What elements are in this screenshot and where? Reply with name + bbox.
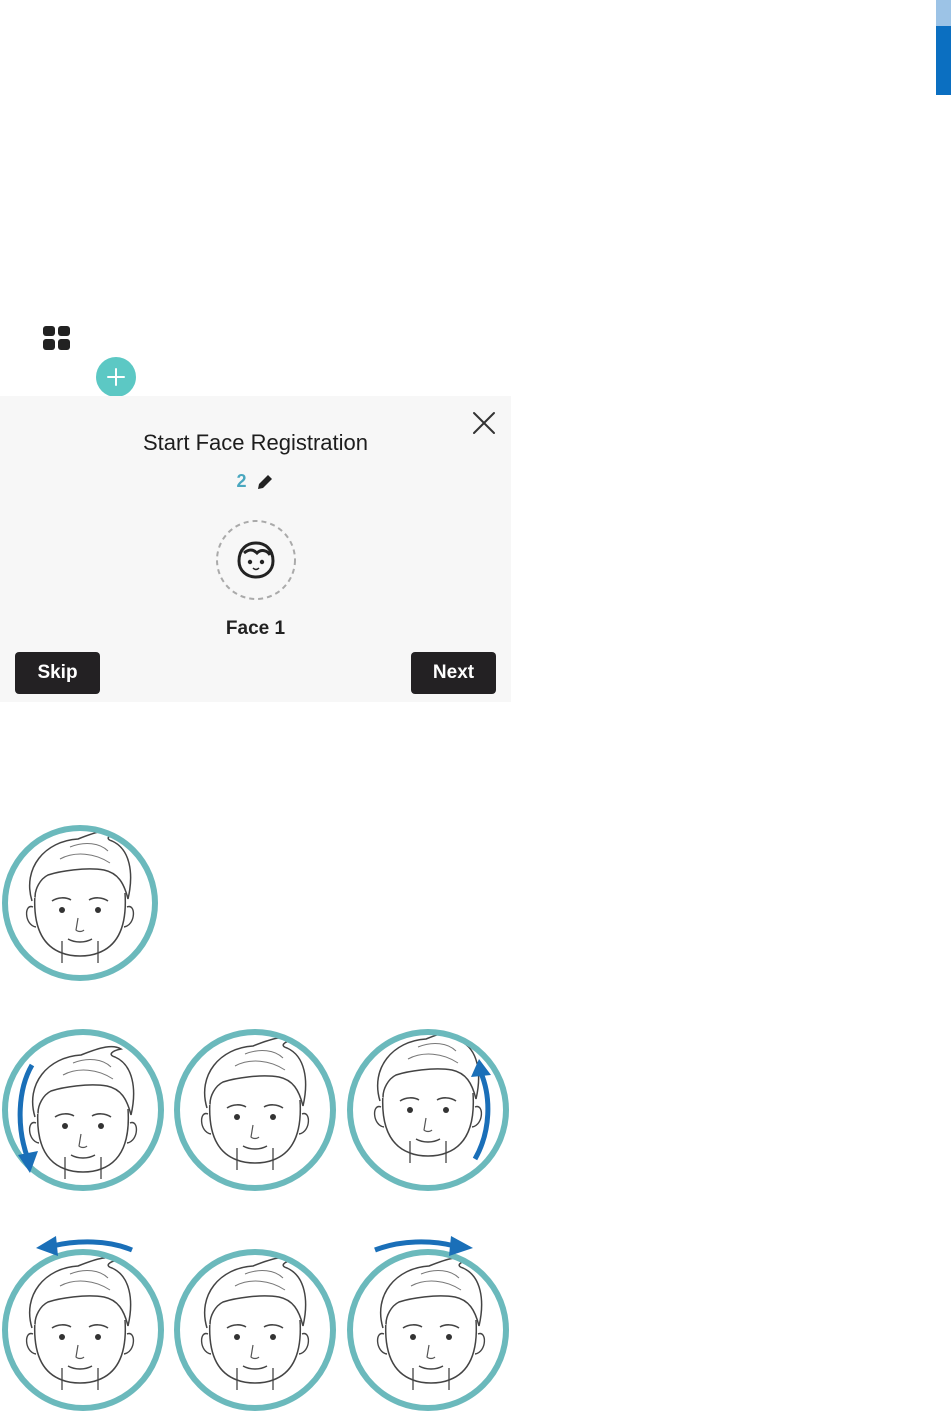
- face-label: Face 1: [225, 618, 286, 639]
- plus-icon: [107, 368, 125, 386]
- tilt-up-face-illustration: [347, 1029, 509, 1191]
- front-face-illustration: [174, 1249, 336, 1411]
- face-registration-dialog: Start Face Registration 2 Face 1 Skip Ne…: [0, 396, 511, 702]
- next-button[interactable]: Next: [411, 652, 496, 694]
- registration-count: 2: [236, 471, 247, 491]
- add-button[interactable]: [96, 357, 136, 397]
- side-tab-light: [936, 0, 951, 26]
- side-tab[interactable]: [936, 26, 951, 95]
- count-row: 2: [0, 471, 511, 492]
- skip-button[interactable]: Skip: [15, 652, 100, 694]
- dialog-title: Start Face Registration: [143, 430, 368, 455]
- pencil-icon[interactable]: [255, 472, 275, 492]
- grid-icon[interactable]: [43, 326, 70, 350]
- tilt-down-face-illustration: [2, 1029, 164, 1191]
- turn-right-face-illustration: [347, 1236, 509, 1411]
- face-slot[interactable]: [215, 519, 297, 601]
- face-icon: [237, 541, 275, 579]
- front-face-illustration: [2, 825, 158, 981]
- turn-left-face-illustration: [2, 1236, 164, 1411]
- front-face-illustration: [174, 1029, 336, 1191]
